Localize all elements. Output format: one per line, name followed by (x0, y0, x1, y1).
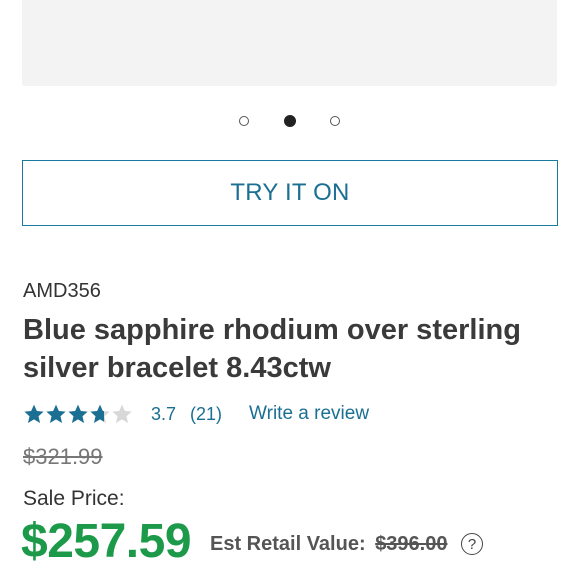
rating-row: 3.7 (21) Write a review (23, 400, 369, 428)
star-icon (24, 404, 44, 423)
original-price: $321.99 (23, 444, 103, 469)
product-sku: AMD356 (23, 280, 101, 302)
star-icon (112, 404, 132, 423)
star-rating[interactable] (23, 403, 133, 425)
carousel-dot-1[interactable] (239, 116, 249, 126)
star-icon (68, 404, 88, 423)
rating-count[interactable]: (21) (190, 404, 222, 425)
rating-value[interactable]: 3.7 (151, 404, 176, 425)
retail-label: Est Retail Value: (210, 533, 366, 555)
carousel-dot-3[interactable] (330, 116, 340, 126)
carousel-dots (0, 115, 580, 130)
help-icon[interactable]: ? (461, 533, 483, 555)
star-icon (46, 404, 66, 423)
carousel-dot-2-active[interactable] (284, 115, 296, 127)
retail-value: $396.00 (375, 533, 448, 555)
product-title: Blue sapphire rhodium over sterling silv… (23, 314, 521, 384)
star-icon (90, 404, 110, 423)
product-image-carousel[interactable] (22, 0, 557, 86)
write-review-link[interactable]: Write a review (249, 403, 369, 425)
sale-price: $257.59 (21, 515, 192, 568)
estimated-retail-value: Est Retail Value: $396.00 (210, 533, 447, 556)
try-it-on-button[interactable]: TRY IT ON (22, 160, 558, 226)
sale-price-label: Sale Price: (23, 487, 125, 510)
